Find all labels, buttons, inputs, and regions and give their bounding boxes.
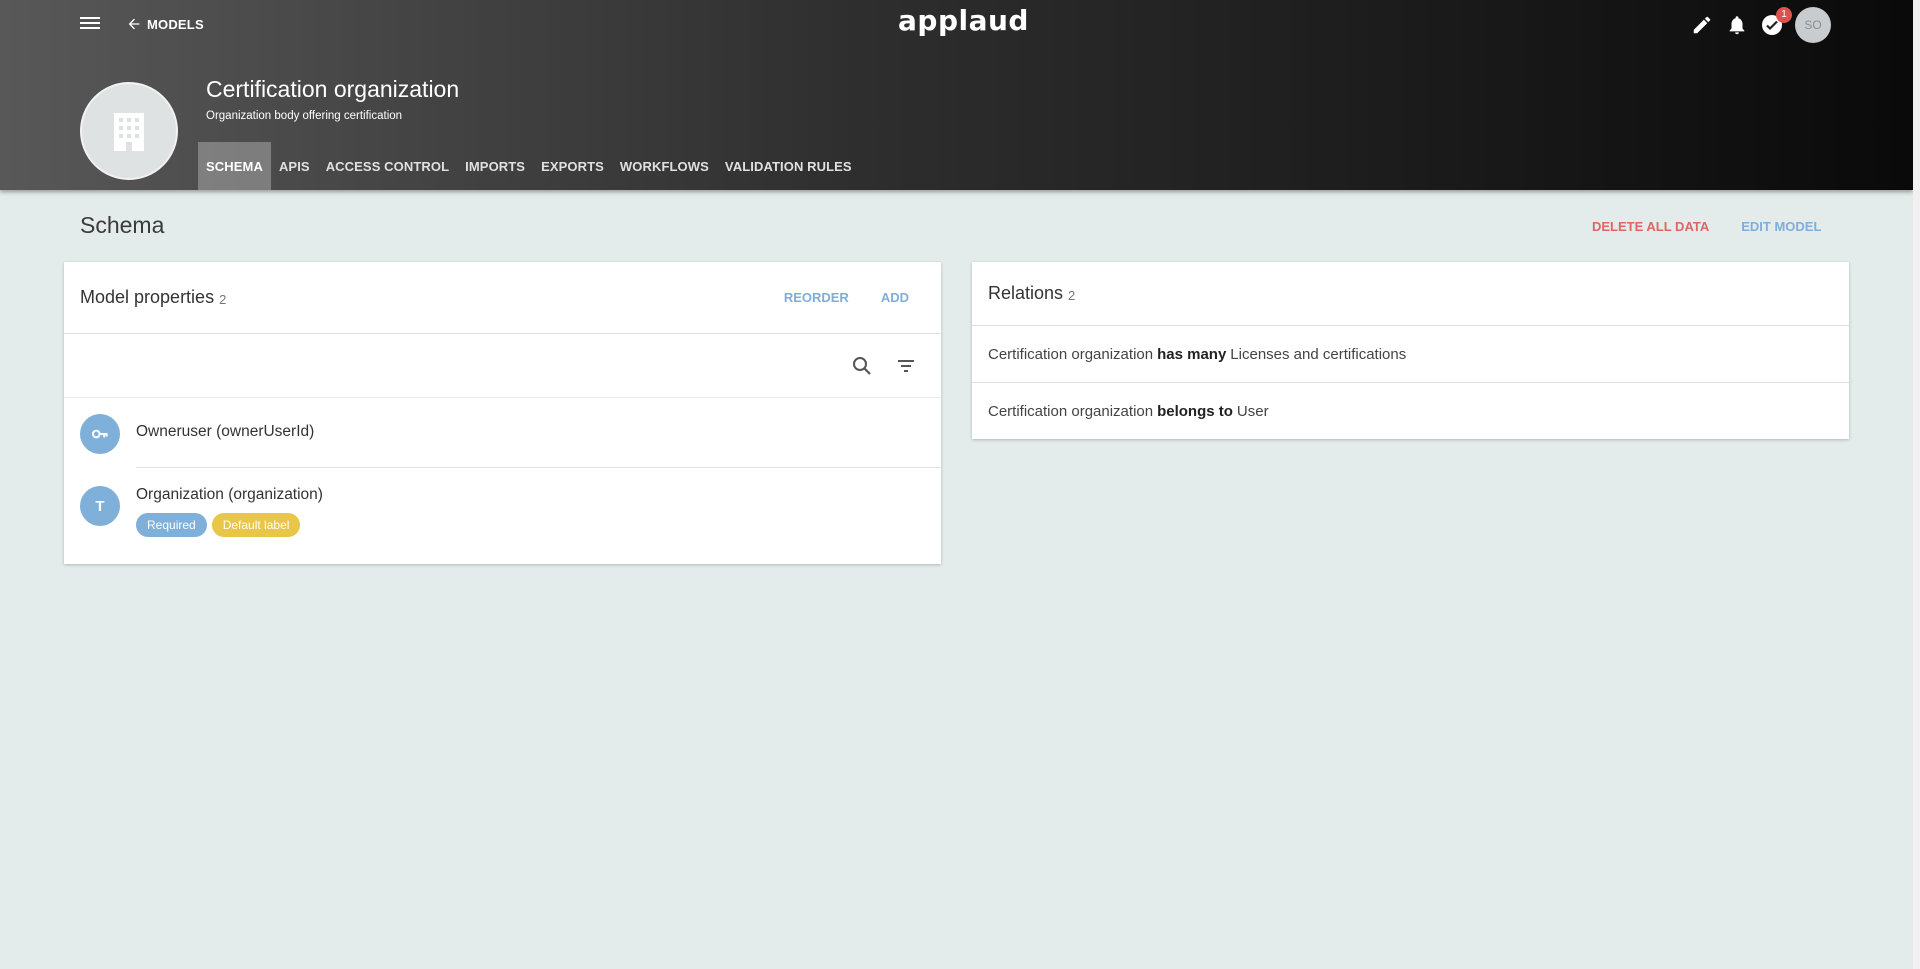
default-label-chip: Default label (211, 513, 301, 537)
tasks-check-icon[interactable]: 1 (1760, 7, 1792, 37)
relation-verb: belongs to (1157, 403, 1233, 420)
text-type-icon: T (80, 486, 120, 526)
model-avatar (80, 82, 178, 180)
app-logo: applaud (898, 4, 1029, 37)
relation-object: Licenses and certifications (1230, 345, 1407, 363)
model-properties-card: Model properties 2 REORDER ADD Owneruser… (64, 262, 941, 564)
delete-all-data-button[interactable]: DELETE ALL DATA (1576, 217, 1725, 237)
relation-subject: Certification organization (988, 403, 1154, 420)
model-subtitle: Organization body offering certification (206, 110, 403, 122)
relation-row[interactable]: Certification organization belongs to Us… (972, 383, 1849, 440)
relations-count: 2 (1068, 287, 1076, 303)
relation-object: User (1236, 403, 1269, 420)
menu-icon[interactable] (78, 14, 102, 34)
tab-access-control[interactable]: ACCESS CONTROL (318, 142, 457, 190)
tab-exports[interactable]: EXPORTS (533, 142, 612, 190)
page-title: Schema (80, 212, 165, 238)
property-name[interactable]: Owneruser (ownerUserId) (136, 423, 314, 441)
model-title: Certification organization (206, 76, 460, 102)
property-name[interactable]: Organization (organization) (136, 486, 323, 504)
property-row[interactable]: T Organization (organization) Required D… (64, 468, 941, 561)
model-properties-count: 2 (219, 291, 227, 307)
property-chips: Required Default label (136, 513, 305, 537)
tab-apis[interactable]: APIS (271, 142, 318, 190)
tab-validation-rules[interactable]: VALIDATION RULES (717, 142, 860, 190)
tab-imports[interactable]: IMPORTS (457, 142, 533, 190)
back-label: MODELS (147, 16, 204, 32)
notification-badge: 1 (1776, 7, 1792, 23)
property-row[interactable]: Owneruser (ownerUserId) (64, 398, 941, 468)
model-properties-title: Model properties (80, 287, 215, 307)
building-icon (114, 113, 144, 151)
model-tabs: SCHEMA APIS ACCESS CONTROL IMPORTS EXPOR… (198, 142, 860, 190)
relation-subject: Certification organization (988, 345, 1154, 363)
arrow-back-icon (128, 18, 140, 30)
top-icon-bar: 1 SO (1690, 7, 1831, 43)
user-avatar[interactable]: SO (1795, 7, 1831, 43)
tab-schema[interactable]: SCHEMA (198, 142, 271, 190)
back-to-models-link[interactable]: MODELS (126, 13, 204, 35)
relations-header: Relations 2 (972, 262, 1849, 326)
relations-title: Relations (988, 283, 1064, 303)
model-properties-header: Model properties 2 REORDER ADD (64, 262, 941, 334)
page-actions: DELETE ALL DATA EDIT MODEL (1576, 217, 1837, 237)
edit-model-button[interactable]: EDIT MODEL (1725, 217, 1837, 237)
edit-pencil-icon[interactable] (1690, 13, 1714, 37)
app-header: MODELS applaud 1 SO Certification organi… (0, 0, 1913, 190)
filter-icon[interactable] (894, 354, 918, 378)
key-icon (80, 414, 120, 454)
bell-icon[interactable] (1725, 13, 1749, 37)
model-properties-actions: REORDER ADD (768, 288, 925, 308)
relation-verb: has many (1157, 345, 1227, 363)
add-property-button[interactable]: ADD (865, 288, 925, 308)
reorder-button[interactable]: REORDER (768, 288, 865, 308)
search-icon[interactable] (850, 354, 874, 378)
scrollbar[interactable] (1913, 0, 1920, 969)
tab-workflows[interactable]: WORKFLOWS (612, 142, 717, 190)
properties-toolbar (64, 334, 941, 398)
relations-card: Relations 2 Certification organization h… (972, 262, 1849, 439)
relation-row[interactable]: Certification organization has many Lice… (972, 326, 1849, 383)
required-chip: Required (136, 513, 207, 537)
